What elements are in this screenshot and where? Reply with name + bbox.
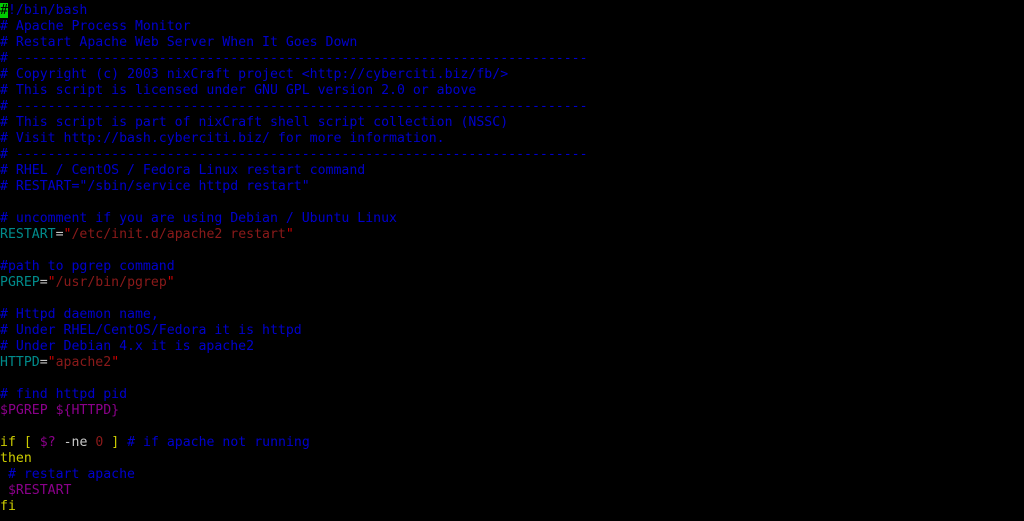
code-token-plain: -ne [55,435,96,450]
comment-separator-rule: # --------------------------------------… [0,51,588,66]
code-line[interactable] [0,371,1024,387]
code-line[interactable]: # Visit http://bash.cyberciti.biz/ for m… [0,131,1024,147]
code-line[interactable]: # This script is part of nixCraft shell … [0,115,1024,131]
code-line[interactable]: # RESTART="/sbin/service httpd restart" [0,179,1024,195]
code-token-comment: # Under RHEL/CentOS/Fedora it is httpd [0,323,302,338]
code-line[interactable]: # Under RHEL/CentOS/Fedora it is httpd [0,323,1024,339]
code-token-keyword: ] [111,435,120,450]
code-token-comment: #path to pgrep command [0,259,175,274]
code-token-variable: $RESTART [7,483,72,498]
code-line[interactable]: $PGREP ${HTTPD} [0,403,1024,419]
code-line[interactable]: # Restart Apache Web Server When It Goes… [0,35,1024,51]
code-token-string: /usr/bin/pgrep [55,275,167,290]
code-line[interactable] [0,419,1024,435]
code-line[interactable]: HTTPD="apache2" [0,355,1024,371]
code-line[interactable]: # --------------------------------------… [0,147,1024,163]
code-token-quote: " [285,227,294,242]
code-token-comment: # This script is licensed under GNU GPL … [0,83,477,98]
code-line[interactable]: # --------------------------------------… [0,51,1024,67]
code-token-plain: = [39,355,48,370]
code-token-quote: " [47,355,56,370]
code-line[interactable]: # This script is licensed under GNU GPL … [0,83,1024,99]
code-token-variable: $PGREP ${HTTPD} [0,403,120,418]
code-token-comment: !/bin/bash [7,3,88,18]
code-token-string: /etc/init.d/apache2 restart [71,227,286,242]
code-token-comment: # Copyright (c) 2003 nixCraft project <h… [0,67,509,82]
code-line[interactable]: $RESTART [0,483,1024,499]
code-token-comment: # Apache Process Monitor [0,19,191,34]
code-token-comment: # Under Debian 4.x it is apache2 [0,339,255,354]
code-token-comment: # Restart Apache Web Server When It Goes… [0,35,358,50]
comment-separator-rule: # --------------------------------------… [0,99,588,114]
code-line[interactable]: if [ $? -ne 0 ] # if apache not running [0,435,1024,451]
code-line[interactable]: # --------------------------------------… [0,99,1024,115]
code-token-comment: # uncomment if you are using Debian / Ub… [0,211,397,226]
code-token-identifier: HTTPD [0,355,40,370]
code-token-comment: # find httpd pid [0,387,128,402]
code-token-plain: = [39,275,48,290]
code-line[interactable]: RESTART="/etc/init.d/apache2 restart" [0,227,1024,243]
code-line[interactable] [0,291,1024,307]
code-token-keyword: then [0,451,32,466]
code-line[interactable]: fi [0,499,1024,515]
code-line[interactable]: # RHEL / CentOS / Fedora Linux restart c… [0,163,1024,179]
code-line[interactable]: # restart apache [0,467,1024,483]
terminal-screen[interactable]: #!/bin/bash # Apache Process Monitor # Res… [0,3,1024,521]
code-token-comment: # RESTART="/sbin/service httpd restart" [0,179,310,194]
code-line[interactable]: # Httpd daemon name, [0,307,1024,323]
code-token-comment: # Httpd daemon name, [0,307,159,322]
code-line[interactable]: #path to pgrep command [0,259,1024,275]
code-line[interactable] [0,195,1024,211]
code-token-keyword: fi [0,499,16,514]
comment-separator-rule: # --------------------------------------… [0,147,588,162]
code-token-quote: " [111,355,120,370]
code-line[interactable]: # find httpd pid [0,387,1024,403]
code-token-quote: " [47,275,56,290]
code-token-identifier: RESTART [0,227,56,242]
code-line[interactable]: # Under Debian 4.x it is apache2 [0,339,1024,355]
code-token-comment: # if apache not running [127,435,310,450]
text-cursor[interactable]: # [0,3,8,18]
code-line[interactable] [0,243,1024,259]
code-token-comment: # RHEL / CentOS / Fedora Linux restart c… [0,163,366,178]
code-token-comment: # Visit http://bash.cyberciti.biz/ for m… [0,131,445,146]
script-text-area[interactable]: #!/bin/bash # Apache Process Monitor # Res… [0,3,1024,515]
code-token-string: apache2 [55,355,112,370]
code-token-plain: = [55,227,64,242]
code-line[interactable]: # uncomment if you are using Debian / Ub… [0,211,1024,227]
code-line[interactable]: #!/bin/bash [0,3,1024,19]
code-token-keyword: [ [23,435,32,450]
code-line[interactable]: # Copyright (c) 2003 nixCraft project <h… [0,67,1024,83]
code-token-comment: # This script is part of nixCraft shell … [0,115,509,130]
code-token-variable: $? [39,435,56,450]
code-token-comment: # restart apache [0,467,135,482]
code-token-identifier: PGREP [0,275,40,290]
code-line[interactable]: PGREP="/usr/bin/pgrep" [0,275,1024,291]
code-line[interactable]: then [0,451,1024,467]
code-line[interactable]: # Apache Process Monitor [0,19,1024,35]
code-token-keyword: if [0,435,16,450]
code-token-quote: " [166,275,175,290]
